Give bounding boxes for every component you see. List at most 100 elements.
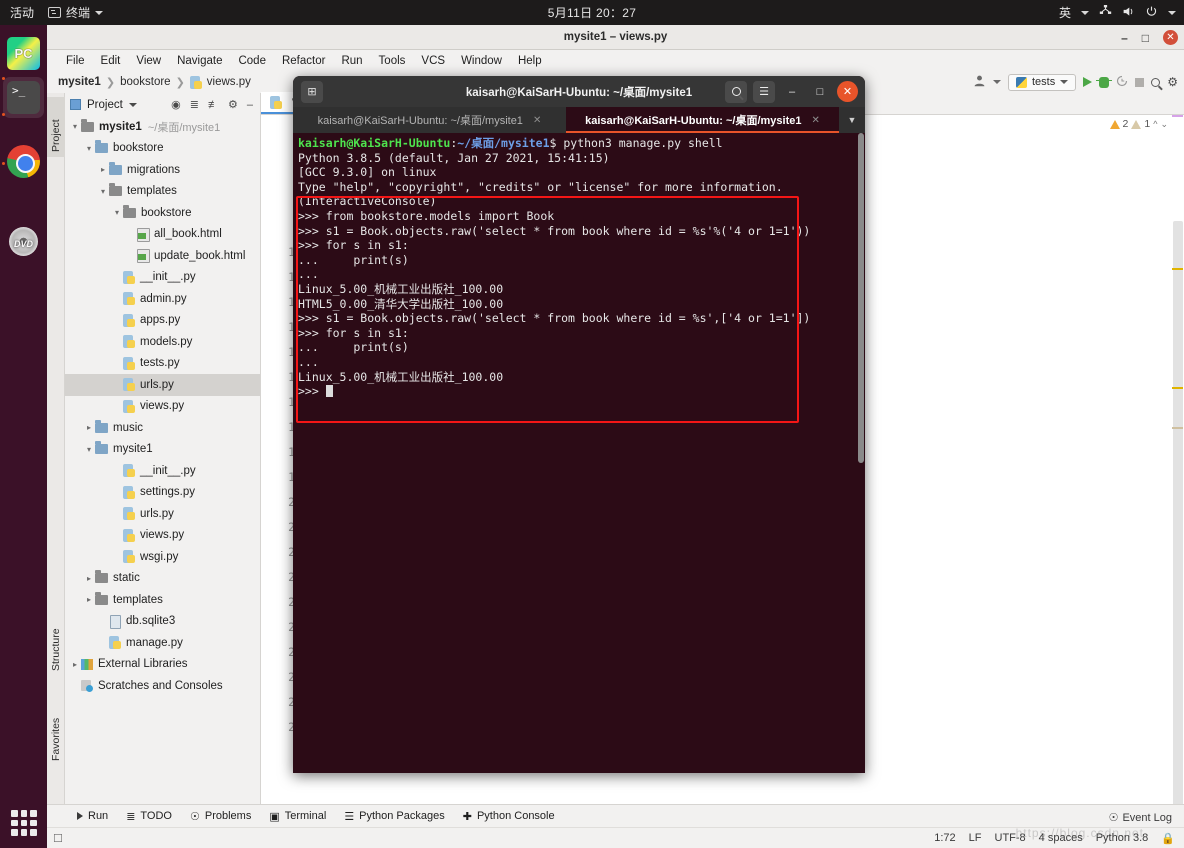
run-configuration-selector[interactable]: tests [1008,73,1077,91]
menu-code[interactable]: Code [230,54,274,68]
tree-item[interactable]: ▾ mysite1 [65,439,260,461]
project-tree[interactable]: ▾ mysite1 ~/桌面/mysite1 ▾ bookstore ▸ migration… [65,116,260,697]
sidebar-item-structure[interactable]: Structure [47,604,65,676]
tree-item[interactable]: wsgi.py [65,546,260,568]
network-icon[interactable] [1099,4,1112,21]
chevron-right-icon[interactable]: ▸ [97,165,109,174]
breadcrumb-module[interactable]: bookstore [120,76,171,88]
show-applications-button[interactable] [11,810,37,836]
tree-item[interactable]: ▸ External Libraries [65,654,260,676]
clock[interactable]: 5月11日 20：27 [0,4,1184,21]
event-log-button[interactable]: ☉ Event Log [1109,811,1172,825]
menu-vcs[interactable]: VCS [413,54,453,68]
tree-item[interactable]: settings.py [65,482,260,504]
terminal-maximize-button[interactable]: □ [809,81,831,103]
python-interpreter[interactable]: Python 3.8 [1096,832,1149,844]
dock-item-chrome[interactable] [7,145,40,178]
chevron-down-icon[interactable] [1168,10,1176,15]
chevron-right-icon[interactable]: ▸ [83,595,95,604]
tree-item[interactable]: ▾ mysite1 ~/桌面/mysite1 [65,116,260,138]
tree-item[interactable]: views.py [65,525,260,547]
chevron-down-icon[interactable] [993,80,1001,84]
terminal-tab-1[interactable]: kaisarh@KaiSarH-Ubuntu: ~/桌面/mysite1 ✕ [293,107,566,133]
menu-file[interactable]: File [58,54,93,68]
terminal-scrollbar[interactable] [857,133,865,773]
tree-item[interactable]: ▾ bookstore [65,202,260,224]
terminal-menu-button[interactable]: ☰ [753,80,775,103]
locate-icon[interactable]: ◉ [171,98,181,111]
tree-item[interactable]: ▾ templates [65,181,260,203]
menu-view[interactable]: View [128,54,169,68]
tree-item[interactable]: urls.py [65,503,260,525]
menu-tools[interactable]: Tools [371,54,414,68]
power-icon[interactable] [1145,5,1158,21]
chevron-down-icon[interactable]: ▾ [69,122,81,131]
close-icon[interactable]: ✕ [533,115,541,126]
terminal-tab-2[interactable]: kaisarh@KaiSarH-Ubuntu: ~/桌面/mysite1 ✕ [566,107,839,133]
terminal-tab-list-button[interactable]: ▼ [839,107,865,133]
close-icon[interactable]: ✕ [812,115,820,126]
chevron-down-icon[interactable]: ▾ [83,445,95,454]
terminal-output[interactable]: kaisarh@KaiSarH-Ubuntu:~/桌面/mysite1$ pyt… [293,133,865,773]
inspection-status[interactable]: 2 1 ^ ⌄ [1109,118,1168,130]
dock-item-dvd[interactable]: DVD [7,226,40,259]
tree-item[interactable]: ▸ static [65,568,260,590]
lock-icon[interactable]: 🔒 [1161,832,1175,845]
chevron-right-icon[interactable]: ▸ [83,423,95,432]
tree-item[interactable]: admin.py [65,288,260,310]
keyboard-layout-indicator[interactable]: 英 [1059,4,1071,21]
maximize-button[interactable]: □ [1142,31,1149,45]
stop-button[interactable] [1135,77,1145,87]
tree-item[interactable]: ▸ migrations [65,159,260,181]
minimize-button[interactable]: – [1121,31,1128,45]
error-stripe[interactable] [1171,115,1184,826]
debug-button[interactable] [1096,76,1113,88]
new-tab-button[interactable]: ⊞ [301,80,323,103]
tree-item[interactable]: urls.py [65,374,260,396]
indent-setting[interactable]: 4 spaces [1039,832,1083,844]
tool-button-problems[interactable]: ☉ Problems [190,810,251,823]
tree-item[interactable]: views.py [65,396,260,418]
tree-item[interactable]: all_book.html [65,224,260,246]
tree-item[interactable]: db.sqlite3 [65,611,260,633]
tree-item[interactable]: __init__.py [65,267,260,289]
tree-item[interactable]: apps.py [65,310,260,332]
menu-refactor[interactable]: Refactor [274,54,333,68]
terminal-scrollbar-thumb[interactable] [858,133,864,463]
chevron-right-icon[interactable]: ▸ [69,660,81,669]
collapse-all-icon[interactable]: ≢ [208,99,219,111]
sidebar-item-project[interactable]: Project [47,97,65,157]
tree-item[interactable]: Scratches and Consoles [65,675,260,697]
editor-scrollbar-thumb[interactable] [1173,221,1183,821]
terminal-search-button[interactable] [725,80,747,103]
chevron-down-icon[interactable]: ▾ [83,144,95,153]
tool-button-run[interactable]: Run [77,810,108,822]
hide-pane-icon[interactable]: – [247,99,253,111]
run-button[interactable] [1083,77,1093,87]
chevron-up-icon[interactable]: ^ [1153,119,1157,129]
file-encoding[interactable]: UTF-8 [995,832,1026,844]
tool-button-terminal[interactable]: ▣ Terminal [269,810,326,823]
settings-gear-icon[interactable]: ⚙ [228,98,238,111]
tool-button-python-packages[interactable]: ☰ Python Packages [344,810,444,823]
close-button[interactable]: ✕ [1163,30,1178,45]
dock-item-terminal[interactable]: >_ [7,81,40,114]
expand-all-icon[interactable]: ≣ [190,98,199,111]
chevron-down-icon[interactable]: ⌄ [1160,119,1168,130]
chevron-right-icon[interactable]: ▸ [83,574,95,583]
chevron-down-icon[interactable]: ▾ [97,187,109,196]
menu-run[interactable]: Run [333,54,370,68]
menu-help[interactable]: Help [510,54,550,68]
line-separator[interactable]: LF [969,832,982,844]
gear-icon[interactable]: ⚙ [1167,75,1178,89]
sidebar-item-favorites[interactable]: Favorites [47,688,65,766]
tool-button-todo[interactable]: ≣ TODO [126,810,172,823]
tree-item[interactable]: tests.py [65,353,260,375]
menu-edit[interactable]: Edit [93,54,129,68]
menu-navigate[interactable]: Navigate [169,54,230,68]
tool-button-python-console[interactable]: ✚ Python Console [463,810,555,823]
tree-item[interactable]: ▸ music [65,417,260,439]
volume-icon[interactable] [1122,5,1135,21]
breadcrumb-file[interactable]: views.py [207,76,251,88]
tree-item[interactable]: manage.py [65,632,260,654]
